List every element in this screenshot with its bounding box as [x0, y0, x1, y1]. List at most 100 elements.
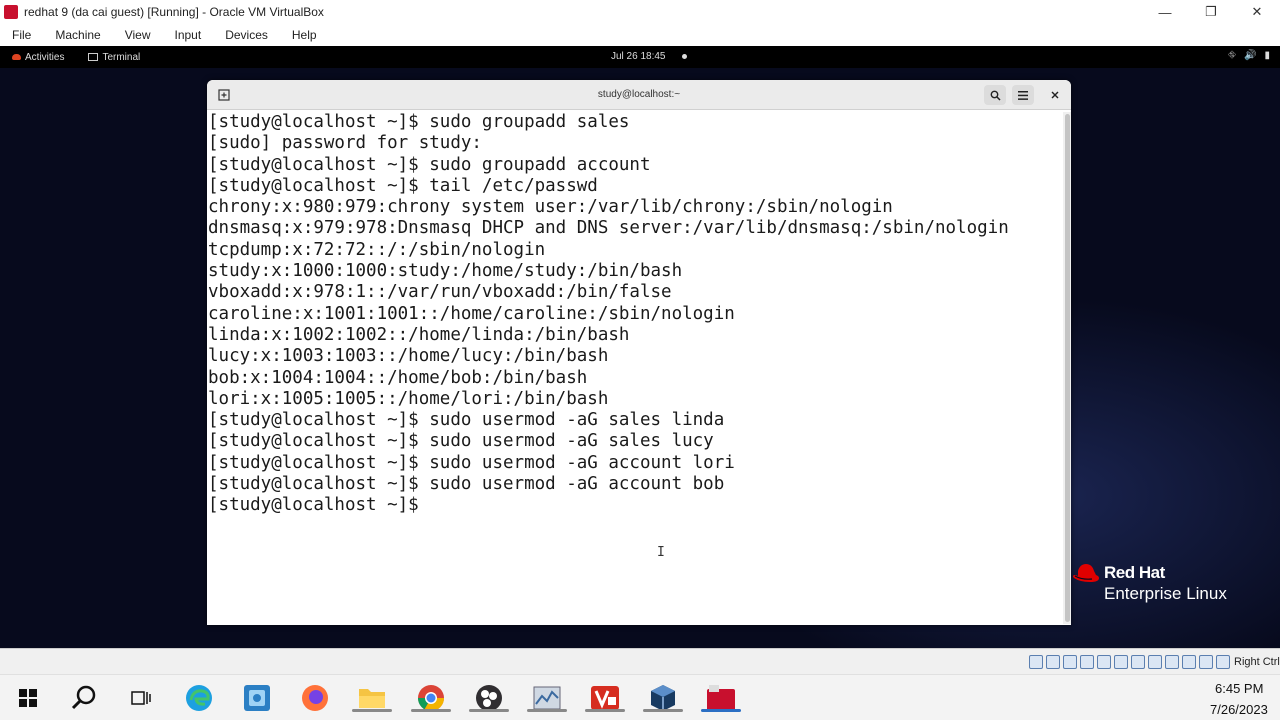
virtualbox-taskbar-button[interactable]: [643, 684, 683, 712]
menu-button[interactable]: [1012, 85, 1034, 105]
red-hat-icon: [1073, 564, 1099, 582]
app-taskbar-button[interactable]: [242, 684, 272, 712]
scrollbar-thumb[interactable]: [1065, 114, 1070, 622]
active-indicator: [469, 709, 509, 712]
windows-logo-icon: [19, 689, 37, 707]
terminal-line: lucy:x:1003:1003::/home/lucy:/bin/bash: [208, 346, 609, 367]
terminal-line: chrony:x:980:979:chrony system user:/var…: [208, 197, 893, 218]
host-window-title: redhat 9 (da cai guest) [Running] - Orac…: [24, 5, 324, 19]
terminal-line: [study@localhost ~]$ sudo usermod -aG ac…: [208, 452, 735, 473]
rhel-brand: Red Hat: [1104, 563, 1165, 582]
guest-additions-icon[interactable]: [1182, 655, 1196, 669]
terminal-prompt-line[interactable]: [study@localhost ~]$: [208, 495, 1060, 516]
host-title-bar: redhat 9 (da cai guest) [Running] - Orac…: [0, 0, 1280, 24]
panel-clock[interactable]: Jul 26 18:45: [611, 51, 666, 62]
rhel-logo: Red Hat Enterprise Linux: [1072, 563, 1227, 604]
minimize-button[interactable]: —: [1142, 0, 1188, 24]
search-taskbar-button[interactable]: [69, 684, 99, 712]
usb-icon[interactable]: [1097, 655, 1111, 669]
menu-input[interactable]: Input: [175, 28, 202, 42]
keyboard-capture-icon[interactable]: [1216, 655, 1230, 669]
host-key-label: Right Ctrl: [1234, 656, 1280, 668]
menu-view[interactable]: View: [125, 28, 151, 42]
activities-button[interactable]: Activities: [12, 52, 64, 63]
cpu-icon[interactable]: [1165, 655, 1179, 669]
vb-device-indicators: [1029, 655, 1230, 669]
terminal-line: linda:x:1002:1002::/home/linda:/bin/bash: [208, 324, 630, 345]
terminal-window[interactable]: study@localhost:~ [study@localhost ~]$ s…: [207, 80, 1071, 625]
menu-file[interactable]: File: [12, 28, 31, 42]
menu-help[interactable]: Help: [292, 28, 317, 42]
app-menu-label: Terminal: [102, 51, 141, 63]
shared-folders-icon[interactable]: [1114, 655, 1128, 669]
terminal-output[interactable]: [study@localhost ~]$ sudo groupadd sales…: [208, 112, 1060, 624]
search-icon: [71, 685, 96, 710]
file-explorer-taskbar-button[interactable]: [352, 684, 392, 712]
search-button[interactable]: [984, 85, 1006, 105]
recording-icon[interactable]: [1148, 655, 1162, 669]
terminal-close-button[interactable]: [1044, 85, 1066, 105]
menu-machine[interactable]: Machine: [55, 28, 100, 42]
app-icon: [591, 686, 619, 710]
terminal-line: dnsmasq:x:979:978:Dnsmasq DHCP and DNS s…: [208, 218, 1009, 239]
network-adapter-icon[interactable]: [1080, 655, 1094, 669]
terminal-line: tcpdump:x:72:72::/:/sbin/nologin: [208, 239, 546, 260]
terminal-line: [study@localhost ~]$ sudo usermod -aG sa…: [208, 431, 714, 452]
terminal-line: vboxadd:x:978:1::/var/run/vboxadd:/bin/f…: [208, 282, 672, 303]
app-taskbar-button[interactable]: [527, 684, 567, 712]
start-button[interactable]: [13, 684, 43, 712]
vb-status-bar: Right Ctrl: [0, 648, 1280, 674]
redhat-icon: [12, 54, 21, 60]
redhat-vm-icon: [707, 685, 735, 711]
windows-taskbar: 6:45 PM 7/26/2023: [0, 674, 1280, 720]
gnome-top-panel: Activities Terminal Jul 26 18:45 ⛗ 🔊 ▮: [0, 46, 1280, 68]
active-indicator: [411, 709, 451, 712]
optical-drive-icon[interactable]: [1046, 655, 1060, 669]
edge-taskbar-button[interactable]: [184, 684, 214, 712]
notification-dot-icon: [682, 54, 687, 59]
close-button[interactable]: ✕: [1234, 0, 1280, 24]
folder-icon: [359, 689, 385, 708]
network-icon: ⛗: [1228, 50, 1237, 61]
display-icon[interactable]: [1131, 655, 1145, 669]
battery-icon: ▮: [1264, 50, 1270, 61]
redhat-vm-taskbar-button[interactable]: [701, 684, 741, 712]
taskbar-date[interactable]: 7/26/2023: [1210, 702, 1268, 717]
terminal-line: lori:x:1005:1005::/home/lori:/bin/bash: [208, 388, 609, 409]
app-taskbar-button[interactable]: [585, 684, 625, 712]
task-view-icon: [131, 691, 151, 705]
terminal-title: study@localhost:~: [597, 89, 681, 100]
obs-icon: [476, 685, 502, 711]
volume-icon: 🔊: [1244, 50, 1257, 61]
terminal-header-bar[interactable]: study@localhost:~: [207, 80, 1071, 110]
chrome-taskbar-button[interactable]: [411, 684, 451, 712]
virtualbox-vm-icon: [4, 5, 18, 19]
search-icon: [990, 90, 1001, 101]
terminal-icon: [88, 53, 99, 61]
terminal-line: bob:x:1004:1004::/home/bob:/bin/bash: [208, 367, 588, 388]
hard-disk-icon[interactable]: [1029, 655, 1043, 669]
host-menu-bar: File Machine View Input Devices Help: [0, 24, 1280, 46]
app-icon: [244, 685, 270, 711]
rhel-product: Enterprise Linux: [1104, 584, 1227, 603]
system-tray[interactable]: ⛗ 🔊 ▮: [1228, 50, 1270, 61]
active-indicator: [701, 709, 741, 712]
restore-button[interactable]: ❐: [1188, 0, 1234, 24]
active-indicator: [643, 709, 683, 712]
taskbar-time[interactable]: 6:45 PM: [1215, 681, 1263, 696]
terminal-scrollbar[interactable]: [1063, 112, 1071, 624]
active-indicator: [352, 709, 392, 712]
app-menu-terminal[interactable]: Terminal: [88, 52, 140, 63]
firefox-taskbar-button[interactable]: [300, 684, 330, 712]
obs-taskbar-button[interactable]: [469, 684, 509, 712]
window-controls: — ❐ ✕: [1142, 0, 1280, 24]
terminal-line: [sudo] password for study:: [208, 133, 482, 154]
firefox-icon: [302, 685, 328, 711]
virtualbox-icon: [651, 685, 675, 711]
audio-icon[interactable]: [1063, 655, 1077, 669]
terminal-line: [study@localhost ~]$ sudo groupadd sales: [208, 112, 630, 132]
menu-devices[interactable]: Devices: [225, 28, 268, 42]
mouse-integration-icon[interactable]: [1199, 655, 1213, 669]
task-view-button[interactable]: [126, 684, 156, 712]
edge-icon: [186, 685, 212, 711]
